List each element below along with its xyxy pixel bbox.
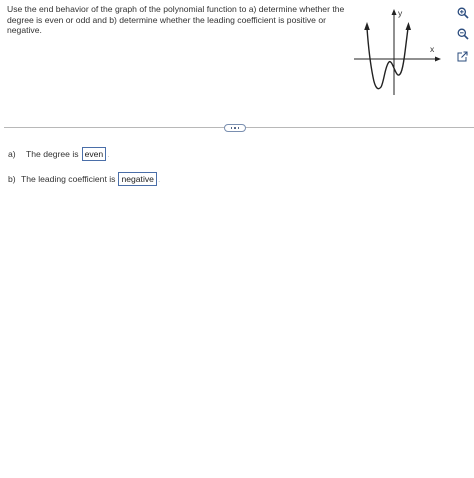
leading-coefficient-answer-field[interactable]: negative [118,172,157,186]
ellipsis-dot [234,127,236,129]
ellipsis-dot [237,127,240,129]
degree-answer-field[interactable]: even [81,147,107,161]
question-page: Use the end behavior of the graph of the… [0,0,474,478]
part-b-suffix: . [157,174,161,184]
zoom-out-icon [457,28,469,40]
polynomial-curve [366,27,409,90]
y-axis-arrow [391,9,397,15]
answer-row-a: a) The degree is even . [8,147,110,161]
part-a-label: a) [8,149,16,159]
ellipsis-dot [230,127,233,129]
curve-left-arrow [364,22,370,30]
curve-right-arrow [405,22,411,30]
zoom-in-icon [457,7,469,19]
zoom-in-button[interactable] [455,5,470,20]
part-a-prompt: The degree is [26,149,79,159]
part-b-prompt: The leading coefficient is [21,174,116,184]
expand-collapse-button[interactable] [224,124,246,132]
popout-button[interactable] [455,49,470,64]
part-b-label: b) [8,174,16,184]
polynomial-graph: y x [354,8,441,95]
y-axis-label: y [398,8,403,18]
external-link-icon [457,51,468,62]
answer-row-b: b) The leading coefficient is negative . [8,172,160,186]
x-axis-label: x [430,44,435,54]
question-text: Use the end behavior of the graph of the… [7,4,345,36]
part-a-suffix: . [107,149,110,159]
zoom-out-button[interactable] [455,26,470,41]
x-axis-arrow [435,56,441,62]
